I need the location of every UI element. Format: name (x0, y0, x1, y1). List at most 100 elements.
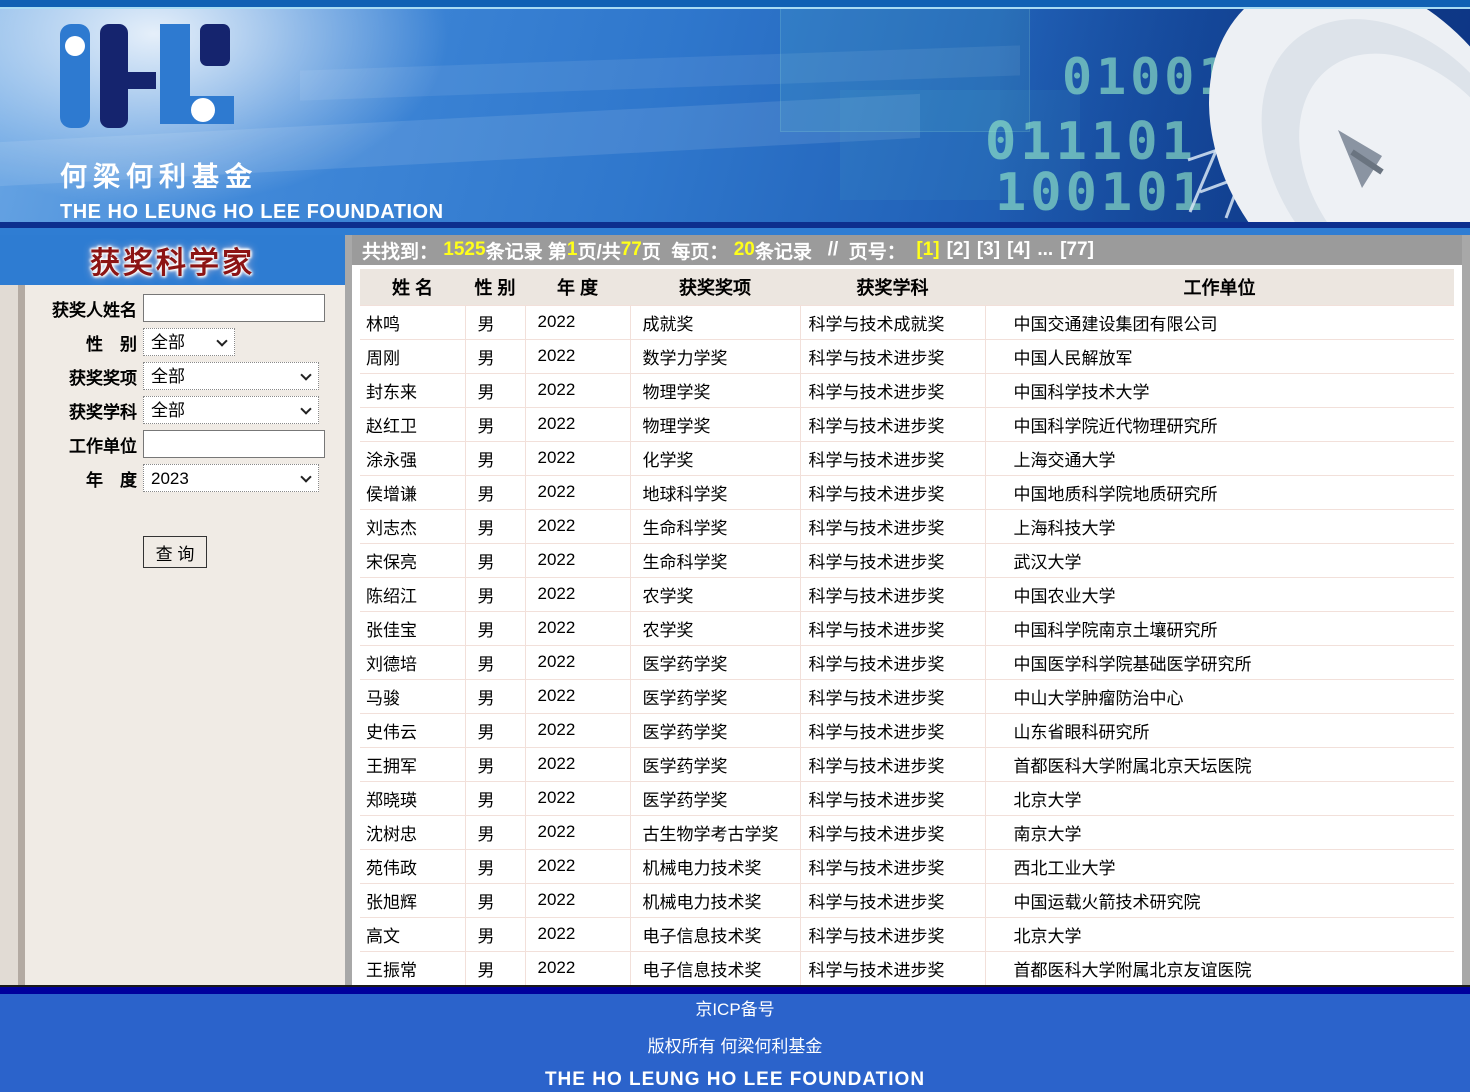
table-row: 张旭辉男2022机械电力技术奖科学与技术进步奖中国运载火箭技术研究院 (360, 883, 1454, 917)
header-top-bar (0, 0, 1470, 9)
table-row: 涂永强男2022化学奖科学与技术进步奖上海交通大学 (360, 441, 1454, 475)
footer-body: 京ICP备号 版权所有 何梁何利基金 THE HO LEUNG HO LEE F… (0, 994, 1470, 1092)
footer-navy-bar (0, 987, 1470, 994)
page-link[interactable]: [2] (947, 239, 970, 260)
cell-workunit: 山东省眼科研究所 (985, 713, 1454, 747)
cell-year: 2022 (525, 543, 630, 577)
satellite-dish-icon (1040, 0, 1470, 228)
cell-gender: 男 (465, 679, 525, 713)
cell-discipline: 科学与技术进步奖 (800, 577, 985, 611)
year-field-label: 年 度 (25, 466, 143, 491)
cell-workunit: 中山大学肿瘤防治中心 (985, 679, 1454, 713)
cell-name: 王拥军 (360, 747, 465, 781)
table-row: 封东来男2022物理学奖科学与技术进步奖中国科学技术大学 (360, 373, 1454, 407)
page-link[interactable]: [4] (1007, 239, 1030, 260)
cell-year: 2022 (525, 509, 630, 543)
sidebar-banner: 获奖科学家 (0, 235, 345, 285)
cell-name: 宋保亮 (360, 543, 465, 577)
cell-name: 张旭辉 (360, 883, 465, 917)
cell-gender: 男 (465, 883, 525, 917)
cell-name: 刘德培 (360, 645, 465, 679)
cell-name: 张佳宝 (360, 611, 465, 645)
cell-name: 史伟云 (360, 713, 465, 747)
gender-select[interactable]: 全部 (143, 328, 235, 356)
col-header-workunit: 工作单位 (985, 269, 1454, 305)
cell-name: 刘志杰 (360, 509, 465, 543)
cell-discipline: 科学与技术进步奖 (800, 407, 985, 441)
table-row: 侯增谦男2022地球科学奖科学与技术进步奖中国地质科学院地质研究所 (360, 475, 1454, 509)
cell-award: 电子信息技术奖 (630, 917, 800, 951)
cell-workunit: 中国交通建设集团有限公司 (985, 305, 1454, 339)
cell-discipline: 科学与技术进步奖 (800, 747, 985, 781)
cell-gender: 男 (465, 815, 525, 849)
cell-award: 医学药学奖 (630, 781, 800, 815)
cell-gender: 男 (465, 713, 525, 747)
cell-workunit: 北京大学 (985, 781, 1454, 815)
cell-name: 苑伟政 (360, 849, 465, 883)
per-page-label: 每页： (671, 237, 733, 264)
cell-year: 2022 (525, 645, 630, 679)
cell-gender: 男 (465, 407, 525, 441)
cell-discipline: 科学与技术进步奖 (800, 815, 985, 849)
cell-workunit: 上海交通大学 (985, 441, 1454, 475)
cell-year: 2022 (525, 441, 630, 475)
cell-award: 物理学奖 (630, 407, 800, 441)
cell-award: 机械电力技术奖 (630, 849, 800, 883)
table-row: 史伟云男2022医学药学奖科学与技术进步奖山东省眼科研究所 (360, 713, 1454, 747)
sidebar-gutter (0, 285, 18, 985)
cell-discipline: 科学与技术进步奖 (800, 339, 985, 373)
site-footer: 京ICP备号 版权所有 何梁何利基金 THE HO LEUNG HO LEE F… (0, 985, 1470, 1092)
cell-workunit: 首都医科大学附属北京天坛医院 (985, 747, 1454, 781)
workunit-input[interactable] (143, 430, 325, 458)
cell-workunit: 南京大学 (985, 815, 1454, 849)
content-area: 获奖科学家 获奖人姓名 性 别 全部 (0, 228, 1470, 985)
cell-name: 封东来 (360, 373, 465, 407)
cell-year: 2022 (525, 747, 630, 781)
cell-year: 2022 (525, 339, 630, 373)
cell-year: 2022 (525, 611, 630, 645)
page-link[interactable]: [3] (977, 239, 1000, 260)
cell-award: 机械电力技术奖 (630, 883, 800, 917)
found-label: 共找到： (362, 237, 443, 264)
award-field-label: 获奖奖项 (25, 364, 143, 389)
year-select[interactable]: 2023 (143, 464, 319, 492)
cell-name: 陈绍江 (360, 577, 465, 611)
table-row: 王振常男2022电子信息技术奖科学与技术进步奖首都医科大学附属北京友谊医院 (360, 951, 1454, 985)
cell-award: 成就奖 (630, 305, 800, 339)
table-row: 陈绍江男2022农学奖科学与技术进步奖中国农业大学 (360, 577, 1454, 611)
cell-year: 2022 (525, 815, 630, 849)
cell-name: 林鸣 (360, 305, 465, 339)
discipline-select[interactable]: 全部 (143, 396, 319, 424)
table-row: 高文男2022电子信息技术奖科学与技术进步奖北京大学 (360, 917, 1454, 951)
cell-discipline: 科学与技术进步奖 (800, 509, 985, 543)
cell-year: 2022 (525, 917, 630, 951)
cell-discipline: 科学与技术进步奖 (800, 441, 985, 475)
cell-workunit: 西北工业大学 (985, 849, 1454, 883)
workunit-field-label: 工作单位 (25, 432, 143, 457)
cell-year: 2022 (525, 475, 630, 509)
cell-award: 地球科学奖 (630, 475, 800, 509)
cell-workunit: 中国运载火箭技术研究院 (985, 883, 1454, 917)
cell-workunit: 中国地质科学院地质研究所 (985, 475, 1454, 509)
cell-workunit: 中国科学院近代物理研究所 (985, 407, 1454, 441)
cell-year: 2022 (525, 407, 630, 441)
page-link-last[interactable]: [77] (1060, 239, 1094, 261)
award-select[interactable]: 全部 (143, 362, 319, 390)
discipline-field-label: 获奖学科 (25, 398, 143, 423)
cell-discipline: 科学与技术进步奖 (800, 611, 985, 645)
col-header-discipline: 获奖学科 (800, 269, 985, 305)
cell-workunit: 中国人民解放军 (985, 339, 1454, 373)
table-row: 刘志杰男2022生命科学奖科学与技术进步奖上海科技大学 (360, 509, 1454, 543)
awardee-name-input[interactable] (143, 294, 325, 322)
sidebar-title: 获奖科学家 (90, 238, 255, 282)
sidebar-gutter-line (18, 285, 25, 985)
cell-gender: 男 (465, 509, 525, 543)
page-link-current[interactable]: [1] (916, 239, 939, 260)
icp-link[interactable]: 京ICP备号 (695, 995, 774, 1020)
cell-workunit: 中国科学院南京土壤研究所 (985, 611, 1454, 645)
total-pages: 77 (621, 239, 642, 261)
cell-year: 2022 (525, 849, 630, 883)
search-button[interactable]: 查 询 (143, 536, 207, 568)
cell-discipline: 科学与技术进步奖 (800, 883, 985, 917)
cell-gender: 男 (465, 645, 525, 679)
